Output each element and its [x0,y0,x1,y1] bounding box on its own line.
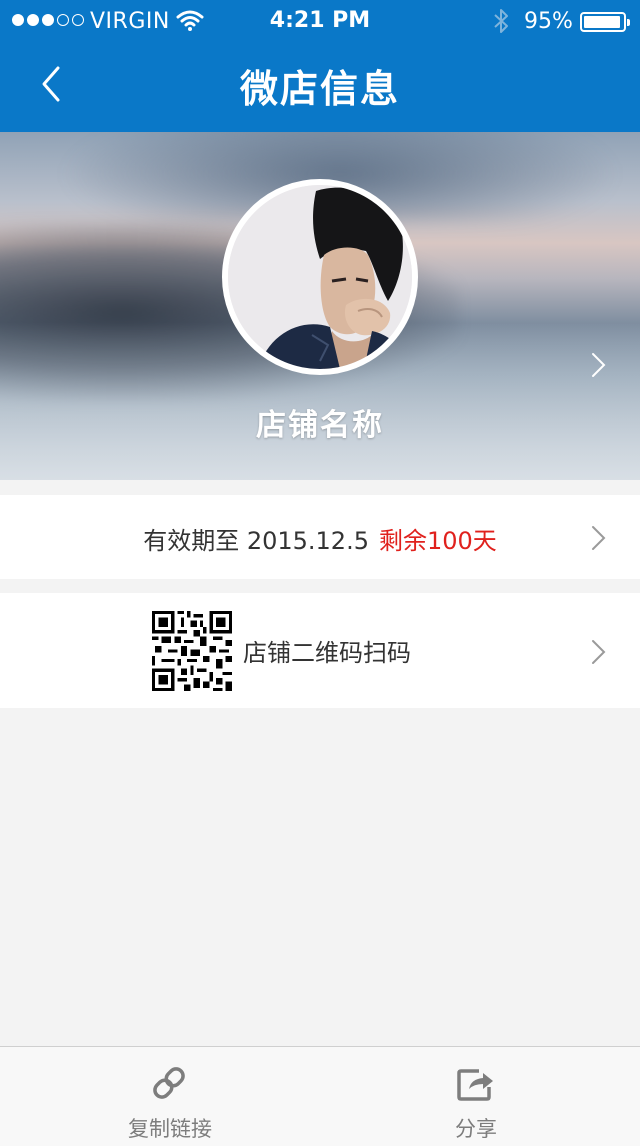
share-button[interactable]: 分享 [316,1047,636,1146]
avatar-portrait-image [228,185,412,369]
battery-percentage: 95% [524,9,573,34]
chevron-right-icon [592,640,606,664]
qr-code-row[interactable]: 店铺二维码扫码 [0,593,640,708]
battery-icon [580,12,630,32]
qr-code-icon [152,611,232,691]
remaining-days-text: 剩余100天 [378,527,497,555]
validity-date-text: 有效期至 2015.12.5 [143,527,369,555]
chevron-right-icon [592,526,606,550]
link-icon [153,1067,185,1099]
store-profile-banner[interactable]: 店铺名称 [0,132,640,480]
store-avatar[interactable] [222,179,418,375]
share-icon [457,1069,493,1101]
share-label: 分享 [455,1117,497,1141]
top-header: VIRGIN 4:21 PM 95% 微店信息 [0,0,640,132]
status-bar: VIRGIN 4:21 PM 95% [0,0,640,44]
store-name: 店铺名称 [256,408,384,443]
validity-row[interactable]: 有效期至 2015.12.5 剩余100天 [0,495,640,579]
navigation-bar: 微店信息 [0,44,640,132]
page-title: 微店信息 [239,67,400,111]
bluetooth-icon [494,9,508,33]
copy-link-button[interactable]: 复制链接 [10,1047,330,1146]
chevron-right-icon [592,353,606,377]
bottom-toolbar: 复制链接 分享 [0,1046,640,1146]
qr-code-label: 店铺二维码扫码 [243,639,411,667]
copy-link-label: 复制链接 [128,1117,212,1141]
validity-info: 有效期至 2015.12.5 剩余100天 [0,521,640,556]
battery-level-fill [584,16,621,28]
